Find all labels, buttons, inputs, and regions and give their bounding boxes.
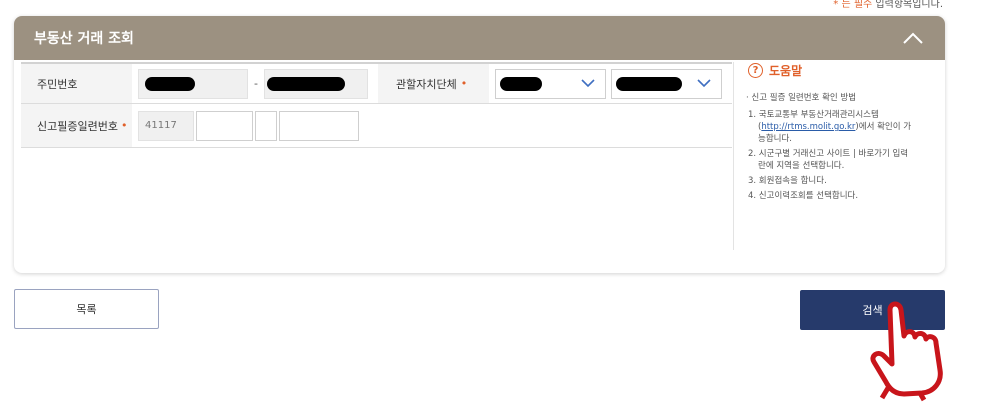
rrn-row: 주민번호 - 관할자치단체 • — [21, 62, 732, 104]
panel-title: 부동산 거래 조회 — [34, 31, 134, 47]
report-part3-input[interactable] — [279, 110, 359, 141]
help-step: 1. 국토교통부 부동산거래관리시스템 (http://rtms.molit.go… — [748, 110, 912, 144]
help-step: 3. 회원접속을 합니다. — [748, 176, 827, 186]
authority-label: 관할자치단체 • — [377, 64, 489, 103]
help-steps: 1. 국토교통부 부동산거래관리시스템 (http://rtms.molit.go… — [748, 109, 913, 202]
redacted-mask — [499, 76, 542, 91]
rtms-link[interactable]: http://rtms.molit.go.kr — [761, 122, 855, 132]
list-button[interactable]: 목록 — [14, 289, 159, 329]
redacted-mask — [266, 76, 345, 91]
report-number-row: 신고필증일련번호 • 41117 — [21, 104, 732, 148]
help-step: 2. 시군구별 거래신고 사이트 | 바로가기 입력란에 지역을 선택합니다. — [748, 149, 909, 171]
report-part2-input[interactable] — [255, 110, 277, 141]
rrn-second-input[interactable] — [263, 68, 368, 99]
hand-pointer-icon — [870, 301, 943, 402]
city-select[interactable] — [610, 68, 722, 99]
report-prefix-field: 41117 — [138, 110, 194, 141]
required-fields-note: * 는 필수 입력항목입니다. — [833, 0, 943, 10]
rrn-label: 주민번호 — [21, 64, 132, 103]
help-step: 4. 신고이력조회를 선택합니다. — [748, 191, 859, 201]
province-select[interactable] — [494, 68, 606, 99]
chevron-up-icon[interactable] — [901, 26, 925, 50]
chevron-down-icon — [697, 79, 711, 88]
help-intro: · 신고 필증 일련번호 확인 방법 — [746, 93, 857, 103]
rrn-dash: - — [254, 77, 258, 90]
panel-header: 부동산 거래 조회 — [14, 16, 945, 60]
help-title: ? 도움말 — [748, 62, 913, 79]
redacted-mask — [145, 76, 195, 91]
question-circle-icon: ? — [748, 63, 763, 78]
help-box: ? 도움말 · 신고 필증 일련번호 확인 방법 1. 국토교통부 부동산거래관… — [733, 62, 913, 250]
redacted-mask — [615, 76, 682, 91]
rrn-first-input[interactable] — [138, 68, 248, 99]
search-form: 주민번호 - 관할자치단체 • 신고필증일련번호 • 41117 — [21, 62, 732, 148]
report-part1-input[interactable] — [196, 110, 253, 141]
chevron-down-icon — [581, 79, 595, 88]
report-number-label: 신고필증일련번호 • — [21, 104, 132, 147]
